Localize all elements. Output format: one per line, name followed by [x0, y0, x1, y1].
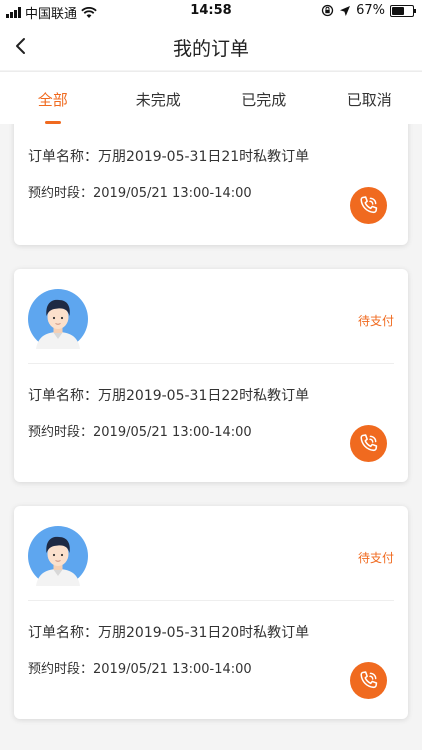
- order-time: 预约时段：2019/05/21 13:00-14:00: [28, 186, 252, 201]
- location-arrow-icon: [340, 5, 351, 16]
- order-list[interactable]: 订单名称：万朋2019-05-31日21时私教订单 预约时段：2019/05/2…: [0, 124, 422, 750]
- tab-cancelled[interactable]: 已取消: [317, 72, 422, 124]
- order-time: 预约时段：2019/05/21 13:00-14:00: [28, 425, 252, 440]
- avatar: [28, 289, 88, 349]
- order-card[interactable]: 待支付 订单名称：万朋2019-05-31日22时私教订单 预约时段：2019/…: [14, 269, 408, 482]
- tab-bar: 全部 未完成 已完成 已取消: [0, 71, 422, 124]
- order-card[interactable]: 订单名称：万朋2019-05-31日21时私教订单 预约时段：2019/05/2…: [14, 124, 408, 245]
- phone-icon: [360, 671, 378, 689]
- page-title: 我的订单: [172, 38, 249, 60]
- call-button[interactable]: [350, 187, 387, 224]
- call-button[interactable]: [350, 662, 387, 699]
- status-bar: 中国联通 14:58 67%: [0, 0, 422, 22]
- tab-completed[interactable]: 已完成: [211, 72, 317, 124]
- status-right: 67%: [321, 3, 416, 18]
- phone-icon: [360, 196, 378, 214]
- order-time: 预约时段：2019/05/21 13:00-14:00: [28, 662, 252, 677]
- order-name: 订单名称：万朋2019-05-31日20时私教订单: [28, 625, 310, 641]
- order-card-header: 待支付: [28, 506, 394, 601]
- tab-label: 全部: [37, 91, 68, 109]
- tab-all[interactable]: 全部: [0, 72, 106, 124]
- avatar: [28, 526, 88, 586]
- tab-incomplete[interactable]: 未完成: [106, 72, 212, 124]
- tab-label: 已完成: [241, 91, 287, 109]
- nav-bar: 我的订单: [0, 22, 422, 70]
- order-card-header: 待支付: [28, 269, 394, 364]
- battery-percent: 67%: [356, 3, 385, 18]
- order-card[interactable]: 待支付 订单名称：万朋2019-05-31日20时私教订单 预约时段：2019/…: [14, 506, 408, 719]
- call-button[interactable]: [350, 425, 387, 462]
- status-badge: 待支付: [357, 314, 394, 328]
- order-name: 订单名称：万朋2019-05-31日22时私教订单: [28, 388, 310, 404]
- phone-icon: [360, 434, 378, 452]
- tab-label: 已取消: [346, 91, 392, 109]
- battery-icon: [390, 4, 416, 17]
- status-badge: 待支付: [357, 551, 394, 565]
- tab-label: 未完成: [135, 91, 181, 109]
- rotation-lock-icon: [321, 4, 334, 17]
- order-name: 订单名称：万朋2019-05-31日21时私教订单: [28, 149, 310, 165]
